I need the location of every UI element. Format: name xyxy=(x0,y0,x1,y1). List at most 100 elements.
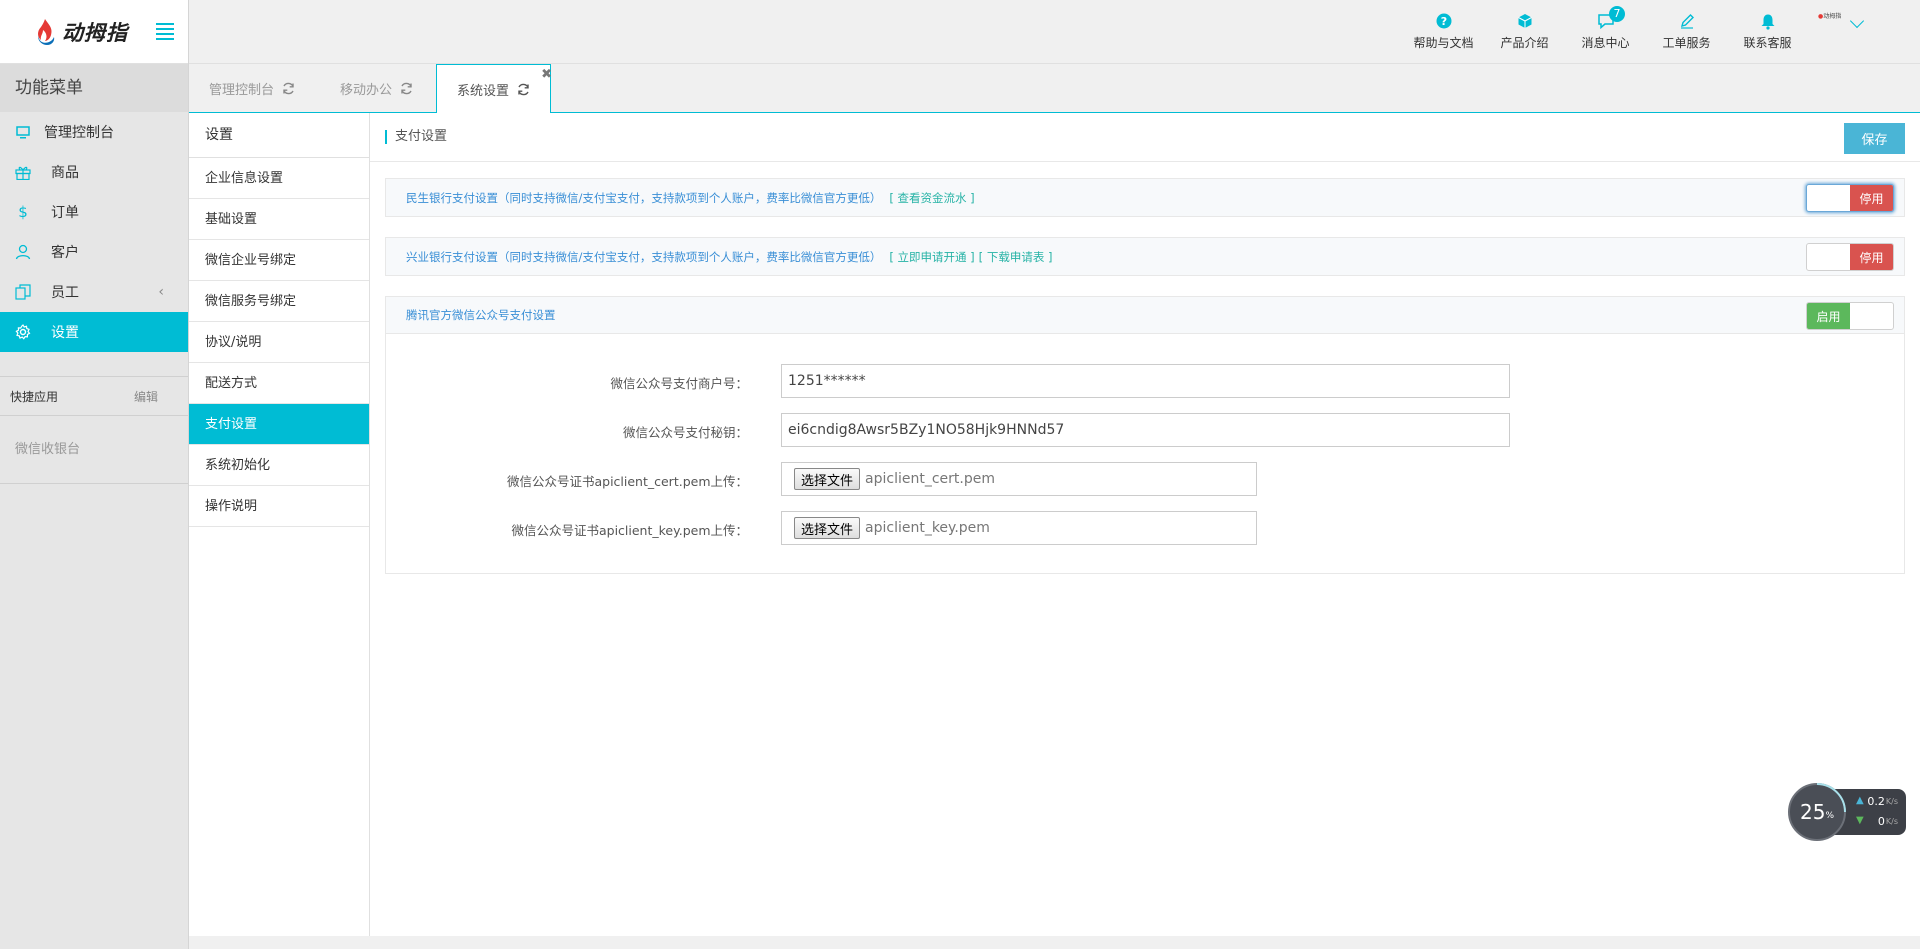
nav-product-intro[interactable]: 产品介绍 xyxy=(1484,0,1565,51)
gift-icon xyxy=(15,165,31,180)
nav-contact-support[interactable]: 联系客服 xyxy=(1727,0,1808,51)
cert-file-name: apiclient_cert.pem xyxy=(865,471,995,487)
wechat-enable-toggle[interactable]: 启用 xyxy=(1806,302,1894,330)
tab-system-settings[interactable]: 系统设置 ✖ xyxy=(436,64,552,114)
toggle-blank xyxy=(1850,303,1893,329)
sidebar-item-label: 设置 xyxy=(51,325,79,341)
settings-nav-basic[interactable]: 基础设置 xyxy=(189,199,369,240)
refresh-icon[interactable] xyxy=(282,82,295,95)
toggle-blank xyxy=(1807,185,1850,211)
key-file-input: 选择文件 apiclient_key.pem xyxy=(781,511,1257,545)
network-speed-widget[interactable]: ▲ 0.2 K/s ▼ 0 K/s 25% xyxy=(1788,783,1908,843)
top-header: ? 帮助与文档 产品介绍 7 消息中心 工单服务 联系客服 ●动拇指 xyxy=(189,0,1920,64)
sidebar-item-label: 商品 xyxy=(51,165,79,181)
quick-apps-header: 快捷应用 编辑 xyxy=(0,376,188,416)
settings-nav-instructions[interactable]: 操作说明 xyxy=(189,486,369,527)
toggle-disabled-label: 停用 xyxy=(1850,244,1893,270)
sidebar-item-settings[interactable]: 设置 xyxy=(0,312,188,352)
refresh-icon[interactable] xyxy=(517,83,530,96)
tab-dashboard[interactable]: 管理控制台 xyxy=(189,64,317,113)
payment-panel-wechat-official: 腾讯官方微信公众号支付设置 启用 微信公众号支付商户号： 1251****** … xyxy=(385,296,1905,574)
tab-mobile-office[interactable]: 移动办公 ✖ xyxy=(320,64,452,113)
logo-text: 动拇指 xyxy=(62,20,128,45)
menu-toggle-icon[interactable] xyxy=(156,23,174,40)
dollar-icon: $ xyxy=(18,203,28,221)
nav-label: 帮助与文档 xyxy=(1413,36,1474,50)
download-form-link[interactable]: [ 下载申请表 ] xyxy=(979,249,1053,265)
cert-upload-label: 微信公众号证书apiclient_cert.pem上传： xyxy=(506,474,748,489)
nav-ticket-service[interactable]: 工单服务 xyxy=(1646,0,1727,51)
pencil-icon xyxy=(1646,12,1727,30)
panel-title: 民生银行支付设置（同时支持微信/支付宝支付，支持款项到个人账户，费率比微信官方更… xyxy=(406,190,882,205)
settings-nav-delivery[interactable]: 配送方式 xyxy=(189,363,369,404)
sidebar-item-customers[interactable]: 客户 xyxy=(0,232,188,272)
key-upload-label: 微信公众号证书apiclient_key.pem上传： xyxy=(511,523,748,538)
settings-nav-company-info[interactable]: 企业信息设置 xyxy=(189,158,369,199)
content-header: 支付设置 保存 xyxy=(370,113,1920,162)
payment-panel-xingye: 兴业银行支付设置（同时支持微信/支付宝支付，支持款项到个人账户，费率比微信官方更… xyxy=(385,237,1905,276)
settings-nav-system-init[interactable]: 系统初始化 xyxy=(189,445,369,486)
apply-now-link[interactable]: [ 立即申请开通 ] xyxy=(889,249,974,265)
sidebar-item-orders[interactable]: $ 订单 xyxy=(0,192,188,232)
user-icon xyxy=(15,244,31,260)
svg-text:?: ? xyxy=(1440,15,1446,28)
chevron-down-icon[interactable] xyxy=(1849,13,1865,29)
tab-label: 系统设置 xyxy=(457,84,510,99)
user-avatar: ●动拇指 xyxy=(1818,13,1842,20)
nav-label: 产品介绍 xyxy=(1500,36,1549,50)
cert-file-input: 选择文件 apiclient_cert.pem xyxy=(781,462,1257,496)
nav-label: 联系客服 xyxy=(1743,36,1792,50)
merchant-id-label: 微信公众号支付商户号： xyxy=(610,376,748,391)
save-button[interactable]: 保存 xyxy=(1844,123,1905,154)
sidebar-item-staff[interactable]: 员工 ‹ xyxy=(0,272,188,312)
upload-speed: 0.2 K/s xyxy=(1867,795,1898,808)
download-speed-unit: K/s xyxy=(1885,817,1898,826)
sidebar-item-goods[interactable]: 商品 xyxy=(0,152,188,192)
settings-nav-wechat-enterprise[interactable]: 微信企业号绑定 xyxy=(189,240,369,281)
minsheng-enable-toggle[interactable]: 停用 xyxy=(1806,184,1894,212)
nav-help-docs[interactable]: ? 帮助与文档 xyxy=(1403,0,1484,51)
sidebar: 动拇指 功能菜单 管理控制台 商品 $ 订单 客户 员工 ‹ 设置 快捷应用 编… xyxy=(0,0,189,949)
edit-quick-apps-link[interactable]: 编辑 xyxy=(134,388,158,405)
top-nav: ? 帮助与文档 产品介绍 7 消息中心 工单服务 联系客服 ●动拇指 xyxy=(1403,0,1920,64)
choose-key-file-button[interactable]: 选择文件 xyxy=(794,517,861,539)
settings-nav-agreement[interactable]: 协议/说明 xyxy=(189,322,369,363)
settings-nav: 设置 企业信息设置 基础设置 微信企业号绑定 微信服务号绑定 协议/说明 配送方… xyxy=(189,113,370,936)
help-icon: ? xyxy=(1403,12,1484,30)
copy-icon xyxy=(15,284,31,300)
sidebar-item-label: 员工 xyxy=(51,285,79,301)
form-row-key-upload: 微信公众号证书apiclient_key.pem上传： 选择文件 apiclie… xyxy=(386,511,1904,545)
nav-label: 工单服务 xyxy=(1662,36,1711,50)
form-row-secret-key: 微信公众号支付秘钥： ei6cndig8Awsr5BZy1NO58Hjk9HNN… xyxy=(386,413,1904,447)
settings-nav-title: 设置 xyxy=(189,113,369,158)
page-title: 支付设置 xyxy=(385,130,447,144)
view-fund-flow-link[interactable]: [ 查看资金流水 ] xyxy=(889,190,974,206)
refresh-icon[interactable] xyxy=(400,82,413,95)
settings-nav-payment[interactable]: 支付设置 xyxy=(189,404,369,445)
sidebar-item-dashboard[interactable]: 管理控制台 xyxy=(0,112,188,152)
download-speed-value: 0 xyxy=(1877,815,1885,828)
toggle-blank xyxy=(1807,244,1850,270)
sidebar-item-label: 管理控制台 xyxy=(44,125,114,141)
panel-header: 民生银行支付设置（同时支持微信/支付宝支付，支持款项到个人账户，费率比微信官方更… xyxy=(386,179,1904,216)
usage-arc-icon xyxy=(1816,783,1846,813)
xingye-enable-toggle[interactable]: 停用 xyxy=(1806,243,1894,271)
user-avatar-text: 动拇指 xyxy=(1823,13,1842,20)
quick-app-wechat-cashier[interactable]: 微信收银台 xyxy=(0,416,188,484)
merchant-id-input[interactable]: 1251****** xyxy=(781,364,1510,398)
settings-nav-wechat-service[interactable]: 微信服务号绑定 xyxy=(189,281,369,322)
close-icon[interactable]: ✖ xyxy=(541,68,552,81)
logo-flame-icon xyxy=(34,18,56,46)
user-menu[interactable]: ●动拇指 xyxy=(1808,0,1920,64)
panel-header: 腾讯官方微信公众号支付设置 启用 xyxy=(386,297,1904,334)
choose-cert-file-button[interactable]: 选择文件 xyxy=(794,468,861,490)
panel-title: 兴业银行支付设置（同时支持微信/支付宝支付，支持款项到个人账户，费率比微信官方更… xyxy=(406,249,882,264)
download-arrow-icon: ▼ xyxy=(1856,815,1864,826)
monitor-icon xyxy=(15,125,31,139)
toggle-disabled-label: 停用 xyxy=(1850,185,1893,211)
nav-message-center[interactable]: 7 消息中心 xyxy=(1565,0,1646,51)
key-file-name: apiclient_key.pem xyxy=(865,520,990,536)
secret-key-input[interactable]: ei6cndig8Awsr5BZy1NO58Hjk9HNNd57 xyxy=(781,413,1510,447)
chevron-left-icon: ‹ xyxy=(158,284,164,300)
form-row-merchant-id: 微信公众号支付商户号： 1251****** xyxy=(386,364,1904,398)
